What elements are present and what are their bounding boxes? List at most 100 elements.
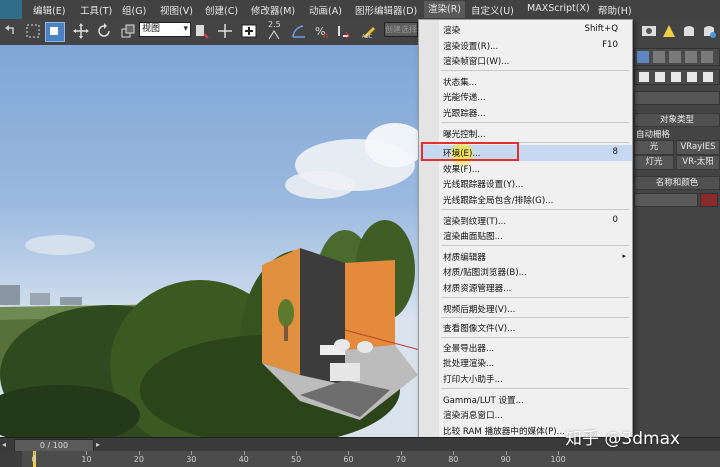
menu-item-video-post[interactable]: 视频后期处理(V)...: [419, 301, 632, 317]
menu-edit[interactable]: 编辑(E): [33, 3, 65, 17]
autogrid-checkbox[interactable]: 自动栅格: [636, 128, 670, 140]
rotate-icon[interactable]: [95, 22, 113, 40]
render-production-icon[interactable]: [680, 22, 698, 40]
frame-counter: 0 / 100: [39, 441, 69, 450]
ruler-tick-label: 30: [186, 455, 197, 464]
edit-named-selection-icon[interactable]: ABC: [360, 22, 378, 40]
snap-value[interactable]: 2.5: [268, 20, 281, 29]
menu-item-render[interactable]: 渲染 Shift+Q: [419, 22, 632, 38]
create-tab-icon[interactable]: [637, 51, 649, 63]
render-setup-icon[interactable]: [640, 22, 658, 40]
menu-item-label: 渲染: [443, 26, 461, 36]
menu-item-batch-render[interactable]: 批处理渲染...: [419, 355, 632, 371]
menu-item-state-sets[interactable]: 状态集...: [419, 74, 632, 90]
menu-item-gamma-lut-setup[interactable]: Gamma/LUT 设置...: [419, 392, 632, 408]
menu-group[interactable]: 组(G): [122, 3, 146, 17]
vrayies-button[interactable]: VRayIES: [676, 140, 720, 155]
menu-item-raytracer-settings[interactable]: 光线跟踪器设置(Y)...: [419, 176, 632, 192]
object-name-field[interactable]: [634, 193, 698, 207]
snap-toggle-icon[interactable]: [266, 29, 284, 41]
app-logo-icon[interactable]: [0, 0, 22, 19]
ruler-tick-label: 70: [395, 455, 406, 464]
angle-snap-icon[interactable]: [290, 22, 308, 40]
ruler-tick-label: 20: [133, 455, 144, 464]
menu-item-shortcut: 0: [612, 214, 618, 225]
name-color-rollout-header[interactable]: 名称和颜色: [634, 176, 720, 190]
menu-modifiers[interactable]: 修改器(M): [251, 3, 295, 17]
menu-graph-editors[interactable]: 图形编辑器(D): [355, 3, 417, 17]
track-bar[interactable]: 0 10 20 30 40 50 60 70 80 90 100: [0, 451, 720, 467]
named-selection-set-placeholder: 创建选择集: [385, 25, 417, 34]
menu-item-label: 渲染帧窗口(W)...: [443, 57, 510, 68]
select-region-icon[interactable]: [24, 22, 42, 40]
menu-create[interactable]: 创建(C): [205, 3, 238, 17]
menu-tools[interactable]: 工具(T): [80, 3, 112, 17]
motion-tab-icon[interactable]: [685, 51, 697, 63]
menu-rendering[interactable]: 渲染(R): [424, 1, 466, 18]
menu-maxscript[interactable]: MAXScript(X): [527, 3, 590, 14]
menu-item-material-editor[interactable]: 材质编辑器 ▸: [419, 249, 632, 265]
menu-item-light-tracer[interactable]: 光跟踪器...: [419, 105, 632, 121]
reference-coord-select[interactable]: 视图 ▾: [139, 22, 191, 37]
select-manipulate-icon[interactable]: [216, 22, 234, 40]
menu-item-material-explorer[interactable]: 材质资源管理器...: [419, 280, 632, 296]
menu-bar: 编辑(E) 工具(T) 组(G) 视图(V) 创建(C) 修改器(M) 动画(A…: [0, 0, 720, 20]
light-button-2[interactable]: 灯光: [634, 155, 674, 170]
keyboard-shortcut-override-icon[interactable]: [240, 22, 258, 40]
hierarchy-tab-icon[interactable]: [669, 51, 681, 63]
lights-icon[interactable]: [671, 72, 681, 82]
menu-item-render-surface-map[interactable]: 渲染曲面贴图...: [419, 228, 632, 244]
menu-item-view-image-file[interactable]: 查看图像文件(V)...: [419, 320, 632, 336]
menu-item-shortcut: Shift+Q: [584, 24, 619, 34]
light-type-select[interactable]: [634, 91, 720, 105]
menu-item-label: 查看图像文件(V)...: [443, 324, 516, 335]
menu-item-exposure-control[interactable]: 曝光控制...: [419, 126, 632, 142]
menu-item-shortcut: F10: [602, 39, 618, 50]
vr-sun-button[interactable]: VR-太阳: [676, 155, 720, 170]
menu-item-radiosity[interactable]: 光能传递...: [419, 89, 632, 105]
menu-item-label: 比较 RAM 播放器中的媒体(P)...: [443, 426, 565, 437]
menu-item-material-map-browser[interactable]: 材质/贴图浏览器(B)...: [419, 264, 632, 280]
menu-animation[interactable]: 动画(A): [309, 3, 342, 17]
menu-item-label: 材质/贴图浏览器(B)...: [443, 268, 527, 279]
watermark: 知乎 @3dmax: [565, 429, 681, 449]
undo-icon[interactable]: [3, 22, 21, 40]
menu-item-effects[interactable]: 效果(F)...: [419, 161, 632, 177]
named-selection-set-input[interactable]: 创建选择集: [384, 22, 418, 37]
geometry-icon[interactable]: [639, 72, 649, 82]
modify-tab-icon[interactable]: [653, 51, 665, 63]
menu-item-print-size-assistant[interactable]: 打印大小助手...: [419, 371, 632, 387]
object-color-swatch[interactable]: [700, 193, 718, 207]
menu-item-label: 批处理渲染...: [443, 359, 495, 370]
pivot-center-icon[interactable]: [192, 22, 210, 40]
chevron-down-icon: ▾: [183, 24, 188, 34]
object-type-rollout-header[interactable]: 对象类型: [634, 113, 720, 127]
menu-item-raytrace-global-include-exclude[interactable]: 光线跟踪全局包含/排除(G)...: [419, 192, 632, 208]
time-slider-left-arrow-icon[interactable]: ◂: [2, 439, 12, 450]
light-button-1[interactable]: 光: [634, 140, 674, 155]
menu-help[interactable]: 帮助(H): [598, 3, 632, 17]
scale-icon[interactable]: [119, 22, 137, 40]
percent-snap-icon[interactable]: % n: [313, 22, 331, 40]
time-slider-right-arrow-icon[interactable]: ▸: [96, 439, 106, 450]
render-iterative-icon[interactable]: [700, 22, 718, 40]
menu-item-render-to-texture[interactable]: 渲染到纹理(T)... 0: [419, 213, 632, 229]
spinner-snap-icon[interactable]: [335, 22, 353, 40]
menu-customize[interactable]: 自定义(U): [471, 3, 514, 17]
move-icon[interactable]: [72, 22, 90, 40]
menu-separator: [441, 122, 629, 123]
menu-item-panorama-exporter[interactable]: 全景导出器...: [419, 340, 632, 356]
menu-item-label: 渲染曲面贴图...: [443, 232, 503, 243]
cameras-icon[interactable]: [687, 72, 697, 82]
annotation-highlight-box: [421, 142, 519, 161]
menu-item-rendered-frame-window[interactable]: 渲染帧窗口(W)...: [419, 53, 632, 69]
shapes-icon[interactable]: [655, 72, 665, 82]
menu-item-render-message-window[interactable]: 渲染消息窗口...: [419, 407, 632, 423]
menu-view[interactable]: 视图(V): [160, 3, 193, 17]
menu-item-render-setup[interactable]: 渲染设置(R)... F10: [419, 38, 632, 54]
window-crossing-icon[interactable]: [45, 22, 65, 42]
rendered-frame-window-icon[interactable]: [660, 22, 678, 40]
display-tab-icon[interactable]: [701, 51, 713, 63]
helpers-icon[interactable]: [703, 72, 713, 82]
menu-item-label: 渲染到纹理(T)...: [443, 216, 507, 227]
